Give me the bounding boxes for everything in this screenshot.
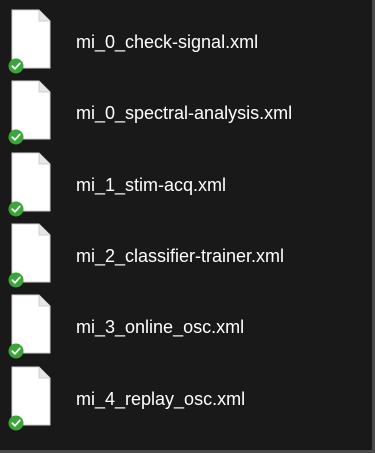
- file-item[interactable]: mi_2_classifier-trainer.xml: [5, 223, 367, 289]
- synced-checkmark-icon: [8, 415, 24, 431]
- file-name: mi_3_online_osc.xml: [76, 317, 245, 337]
- file-icon: [5, 223, 57, 289]
- file-name: mi_0_check-signal.xml: [76, 32, 259, 52]
- file-item[interactable]: mi_3_online_osc.xml: [5, 294, 367, 360]
- synced-checkmark-icon: [8, 201, 24, 217]
- file-item[interactable]: mi_0_spectral-analysis.xml: [5, 80, 367, 146]
- file-name: mi_4_replay_osc.xml: [76, 389, 246, 409]
- file-item[interactable]: mi_0_check-signal.xml: [5, 9, 367, 75]
- synced-checkmark-icon: [8, 343, 24, 359]
- file-icon: [5, 366, 57, 432]
- file-item[interactable]: mi_4_replay_osc.xml: [5, 366, 367, 432]
- file-icon: [5, 294, 57, 360]
- synced-checkmark-icon: [8, 129, 24, 145]
- file-item[interactable]: mi_1_stim-acq.xml: [5, 152, 367, 218]
- file-list-pane: mi_0_check-signal.xml mi_0_spectral-anal…: [0, 0, 375, 453]
- file-icon: [5, 80, 57, 146]
- file-name: mi_0_spectral-analysis.xml: [76, 103, 293, 123]
- file-name: mi_2_classifier-trainer.xml: [76, 246, 285, 266]
- file-icon: [5, 152, 57, 218]
- synced-checkmark-icon: [8, 58, 24, 74]
- file-icon: [5, 9, 57, 75]
- file-name: mi_1_stim-acq.xml: [76, 175, 227, 195]
- synced-checkmark-icon: [8, 272, 24, 288]
